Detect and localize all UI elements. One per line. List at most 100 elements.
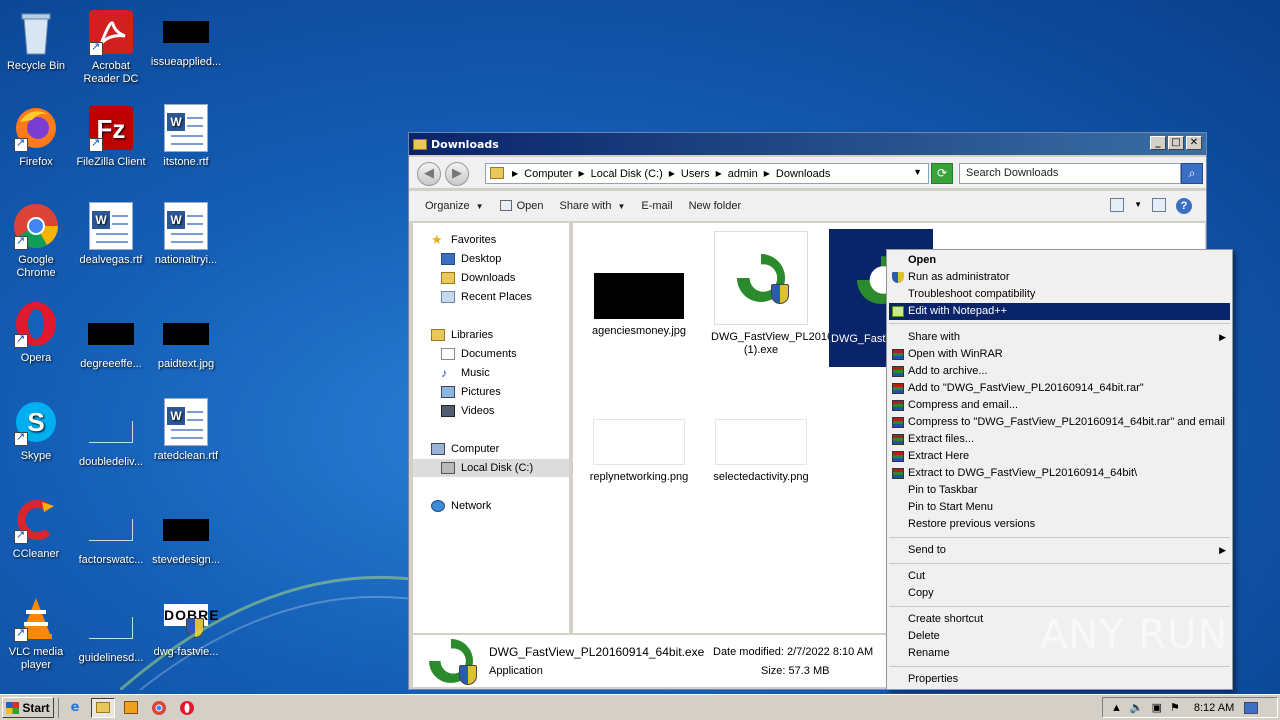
action-center-flag-icon[interactable]: ⚑ [1170, 701, 1180, 714]
opera-taskbar-icon[interactable] [175, 698, 199, 718]
change-view-icon[interactable] [1110, 198, 1125, 212]
music-icon: ♪ [441, 366, 447, 380]
menu-item-open-winrar[interactable]: Open with WinRAR [889, 346, 1230, 363]
nav-pictures[interactable]: Pictures [441, 383, 501, 401]
breadcrumb-item[interactable]: Local Disk (C:) [591, 168, 663, 180]
menu-item-extract-to[interactable]: Extract to DWG_FastView_PL20160914_64bit… [889, 465, 1230, 482]
desktop-icon-doubledeliv[interactable]: doubledeliv... [75, 408, 147, 469]
help-icon[interactable]: ? [1176, 198, 1192, 214]
desktop-icon-skype[interactable]: S Skype [0, 398, 72, 463]
search-icon[interactable]: ⌕ [1181, 163, 1203, 184]
email-button[interactable]: E-mail [641, 200, 672, 212]
desktop-icon-itstone[interactable]: W itstone.rtf [150, 104, 222, 169]
start-button[interactable]: Start [2, 697, 54, 718]
menu-item-run-as-admin[interactable]: Run as administrator [889, 269, 1230, 286]
menu-item-properties[interactable]: Properties [889, 671, 1230, 688]
menu-item-label: Add to archive... [908, 365, 988, 377]
chevron-right-icon[interactable]: ▶ [669, 169, 675, 178]
nav-favorites[interactable]: ★ Favorites [431, 231, 496, 249]
maximize-button[interactable]: □ [1168, 136, 1184, 150]
ie-taskbar-icon[interactable]: e [63, 698, 87, 718]
nav-recent-places[interactable]: Recent Places [441, 288, 532, 306]
menu-item-extract-files[interactable]: Extract files... [889, 431, 1230, 448]
refresh-button[interactable]: ⟳ [931, 163, 953, 184]
back-button[interactable]: ◀ [417, 162, 441, 186]
show-desktop-icon[interactable] [1244, 701, 1259, 714]
chevron-right-icon[interactable]: ▶ [716, 169, 722, 178]
menu-item-add-rar[interactable]: Add to "DWG_FastView_PL20160914_64bit.ra… [889, 380, 1230, 397]
chevron-right-icon[interactable]: ▶ [764, 169, 770, 178]
window-titlebar[interactable]: Downloads _ □ ✕ [409, 133, 1206, 155]
menu-item-compress-rar-email[interactable]: Compress to "DWG_FastView_PL20160914_64b… [889, 414, 1230, 431]
menu-item-share-with[interactable]: Share with ▶ [889, 329, 1230, 346]
nav-desktop[interactable]: Desktop [441, 250, 501, 268]
desktop-icon-acrobat[interactable]: Acrobat Reader DC [75, 8, 147, 86]
menu-item-edit-notepadpp[interactable]: Edit with Notepad++ [889, 303, 1230, 320]
menu-item-restore-versions[interactable]: Restore previous versions [889, 516, 1230, 533]
breadcrumb[interactable]: ▶ Computer ▶ Local Disk (C:) ▶ Users ▶ a… [485, 163, 929, 184]
media-player-taskbar-icon[interactable] [119, 698, 143, 718]
breadcrumb-item[interactable]: Downloads [776, 168, 830, 180]
search-input[interactable]: Search Downloads [959, 163, 1181, 184]
nav-computer[interactable]: Computer [431, 440, 499, 458]
menu-item-copy[interactable]: Copy [889, 585, 1230, 602]
desktop-icon-degreeeffe[interactable]: degreeeffe... [75, 310, 147, 371]
menu-item-pin-start[interactable]: Pin to Start Menu [889, 499, 1230, 516]
breadcrumb-item[interactable]: admin [728, 168, 758, 180]
file-item[interactable]: DWG_FastView_PL20160914_64bit (1).exe [711, 231, 888, 357]
breadcrumb-item[interactable]: Computer [524, 168, 572, 180]
nav-videos[interactable]: Videos [441, 402, 494, 420]
menu-item-troubleshoot[interactable]: Troubleshoot compatibility [889, 286, 1230, 303]
desktop-icon-ratedclean[interactable]: W ratedclean.rtf [150, 398, 222, 463]
desktop-icon-opera[interactable]: Opera [0, 300, 72, 365]
nav-local-disk[interactable]: Local Disk (C:) [413, 459, 569, 477]
menu-item-add-archive[interactable]: Add to archive... [889, 363, 1230, 380]
menu-item-extract-here[interactable]: Extract Here [889, 448, 1230, 465]
breadcrumb-item[interactable]: Users [681, 168, 710, 180]
file-item[interactable]: agenciesmoney.jpg [589, 273, 689, 338]
organize-button[interactable]: Organize ▼ [425, 200, 484, 212]
nav-libraries[interactable]: Libraries [431, 326, 493, 344]
nav-music[interactable]: ♪ Music [441, 364, 490, 382]
chevron-right-icon[interactable]: ▶ [578, 169, 584, 178]
menu-item-open[interactable]: Open [889, 252, 1230, 269]
view-dropdown-icon[interactable]: ▼ [1134, 198, 1142, 214]
desktop-icon-label: doubledeliv... [78, 456, 143, 468]
chrome-taskbar-icon[interactable] [147, 698, 171, 718]
desktop-icon-vlc[interactable]: VLC media player [0, 594, 72, 672]
menu-item-pin-taskbar[interactable]: Pin to Taskbar [889, 482, 1230, 499]
desktop-icon-label: degreeeffe... [80, 358, 142, 370]
desktop-icon-filezilla[interactable]: Fz FileZilla Client [75, 104, 147, 169]
opera-icon [12, 300, 60, 348]
desktop-icon-firefox[interactable]: Firefox [0, 104, 72, 169]
network-tray-icon[interactable]: ▣ [1152, 701, 1162, 714]
open-button[interactable]: Open [499, 200, 543, 212]
address-dropdown-icon[interactable]: ▼ [913, 167, 922, 177]
share-with-button[interactable]: Share with ▼ [559, 200, 625, 212]
menu-item-cut[interactable]: Cut [889, 568, 1230, 585]
desktop-icon-issueapplied[interactable]: issueapplied... [150, 16, 222, 69]
preview-pane-icon[interactable] [1152, 198, 1166, 212]
file-item[interactable]: selectedactivity.png [711, 419, 811, 484]
file-item[interactable]: replynetworking.png [589, 419, 689, 484]
new-folder-button[interactable]: New folder [689, 200, 742, 212]
desktop-icon-nationaltryi[interactable]: W nationaltryi... [150, 202, 222, 267]
menu-item-compress-email[interactable]: Compress and email... [889, 397, 1230, 414]
desktop-icon-dealvegas[interactable]: W dealvegas.rtf [75, 202, 147, 267]
desktop-icon-paidtext[interactable]: paidtext.jpg [150, 310, 222, 371]
nav-network[interactable]: Network [431, 497, 491, 515]
explorer-taskbar-icon[interactable] [91, 697, 115, 718]
nav-documents[interactable]: Documents [441, 345, 517, 363]
desktop-icon-recycle-bin[interactable]: Recycle Bin [0, 8, 72, 73]
clock[interactable]: 8:12 AM [1194, 702, 1234, 714]
desktop-icon-chrome[interactable]: Google Chrome [0, 202, 72, 280]
volume-icon[interactable]: 🔈 [1130, 701, 1144, 714]
close-button[interactable]: ✕ [1186, 136, 1202, 150]
chevron-right-icon[interactable]: ▶ [512, 169, 518, 178]
menu-item-send-to[interactable]: Send to ▶ [889, 542, 1230, 559]
nav-downloads[interactable]: Downloads [441, 269, 515, 287]
forward-button[interactable]: ▶ [445, 162, 469, 186]
show-hidden-icons[interactable]: ▲ [1111, 702, 1122, 714]
desktop-icon-ccleaner[interactable]: CCleaner [0, 496, 72, 561]
minimize-button[interactable]: _ [1150, 136, 1166, 150]
